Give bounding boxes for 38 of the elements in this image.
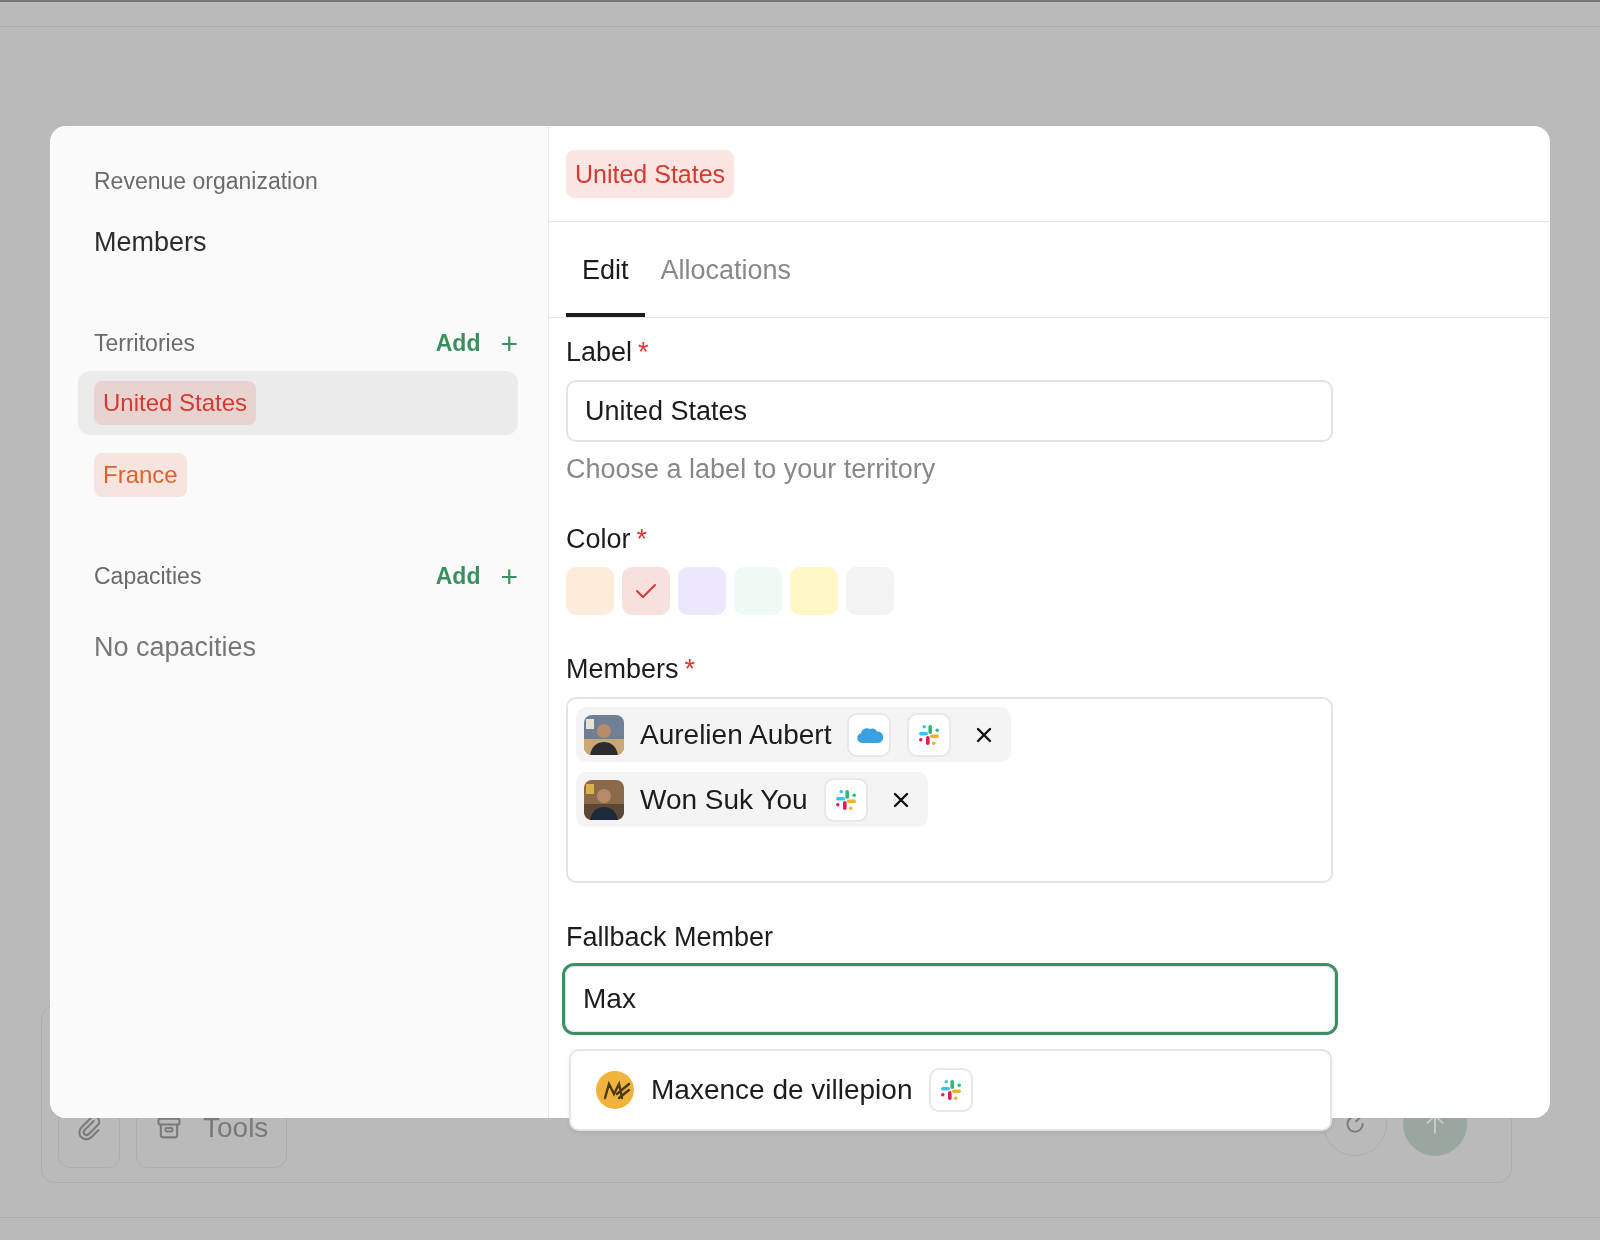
color-swatch[interactable] — [790, 567, 838, 615]
required-mark: * — [638, 336, 649, 369]
slack-icon — [938, 1078, 963, 1102]
add-button[interactable]: Add + — [435, 563, 518, 590]
org-label: Revenue organization — [93, 167, 319, 196]
field-label: Label — [566, 336, 633, 369]
field-label: Members — [566, 653, 679, 686]
color-swatch[interactable] — [566, 567, 614, 615]
fallback-input[interactable]: Max — [562, 963, 1338, 1035]
color-swatch[interactable] — [622, 567, 670, 615]
field-label: Fallback Member — [566, 921, 774, 954]
members-field[interactable]: Aurelien Aubert Won Suk You — [566, 697, 1333, 883]
section-title: Territories — [94, 330, 195, 357]
member-name: Aurelien Aubert — [640, 718, 832, 751]
empty-message: No capacities — [93, 632, 258, 663]
label-input[interactable]: United States — [566, 380, 1333, 442]
color-swatch[interactable] — [678, 567, 726, 615]
field-hint: Choose a label to your territory — [566, 454, 936, 485]
avatar-icon — [595, 1070, 635, 1110]
slack-icon — [917, 722, 942, 747]
required-mark: * — [636, 523, 648, 556]
suggestion-item[interactable]: Maxence de villepion — [595, 1068, 973, 1112]
member-name: Won Suk You — [640, 783, 808, 816]
field-label: Color — [566, 523, 631, 556]
check-icon — [635, 582, 657, 600]
tab[interactable]: Edit — [566, 222, 645, 317]
section-title: Capacities — [94, 563, 202, 590]
territory-tag: United States — [566, 149, 735, 198]
sidebar-title[interactable]: Members — [78, 224, 207, 260]
territory-tag: France — [94, 453, 187, 497]
suggestion-name: Maxence de villepion — [651, 1074, 913, 1106]
tab[interactable]: Allocations — [644, 222, 808, 317]
required-mark: * — [684, 653, 696, 686]
close-icon — [891, 790, 910, 809]
slack-icon — [833, 787, 858, 812]
close-icon — [975, 725, 994, 744]
territory-tag: United States — [94, 381, 257, 425]
add-button[interactable]: Add + — [435, 330, 518, 357]
